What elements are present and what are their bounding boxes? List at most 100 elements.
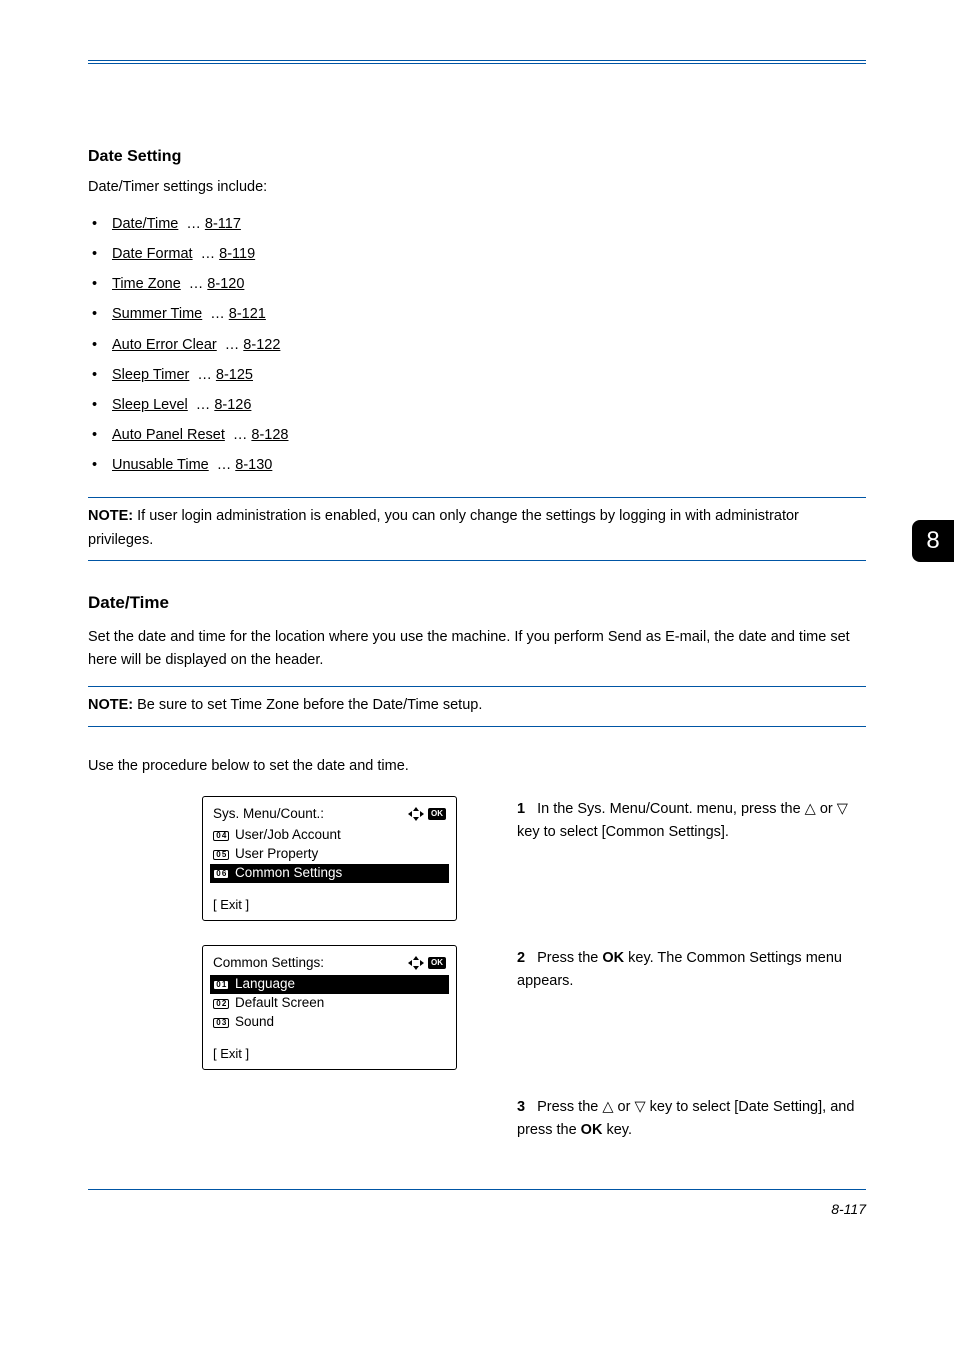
ellipsis: … bbox=[229, 427, 248, 443]
screen-title: Common Settings: bbox=[213, 954, 324, 972]
note-box: NOTE: If user login administration is en… bbox=[88, 497, 866, 560]
step-number: 2 bbox=[517, 950, 525, 966]
note-box-2: NOTE: Be sure to set Time Zone before th… bbox=[88, 686, 866, 726]
header-rule bbox=[88, 60, 866, 64]
list-item: Sleep Level …8-126 bbox=[88, 394, 866, 417]
link-label[interactable]: Auto Error Clear bbox=[112, 337, 217, 353]
link-label[interactable]: Time Zone bbox=[112, 276, 181, 292]
row-num: 0 6 bbox=[213, 869, 229, 879]
screen-row: 0 2 Default Screen bbox=[213, 994, 446, 1013]
ellipsis: … bbox=[213, 457, 232, 473]
page-number: 8-117 bbox=[831, 1198, 866, 1220]
note-label: NOTE: bbox=[88, 508, 133, 524]
ok-icon: OK bbox=[428, 808, 446, 820]
link-page[interactable]: 8-126 bbox=[214, 397, 251, 413]
subsection-title: Date/Time bbox=[88, 589, 866, 616]
row-label: User Property bbox=[235, 845, 318, 863]
row-num: 0 2 bbox=[213, 999, 229, 1009]
row-label: Default Screen bbox=[235, 994, 324, 1012]
note-label: NOTE: bbox=[88, 697, 133, 713]
list-item: Date Format …8-119 bbox=[88, 243, 866, 266]
screen-row-selected: 0 1 Language bbox=[210, 975, 449, 994]
list-item: Time Zone …8-120 bbox=[88, 273, 866, 296]
down-arrow-icon: ▽ bbox=[837, 801, 848, 817]
screen-footer: [ Exit ] bbox=[213, 1045, 249, 1063]
screen-row: 0 5 User Property bbox=[213, 845, 446, 864]
step-text-part: key to select [Common Settings]. bbox=[517, 824, 729, 840]
screen-footer: [ Exit ] bbox=[213, 896, 249, 914]
link-label[interactable]: Date/Time bbox=[112, 216, 178, 232]
list-item: Auto Panel Reset …8-128 bbox=[88, 424, 866, 447]
subsection-desc: Set the date and time for the location w… bbox=[88, 626, 866, 672]
list-item: Sleep Timer …8-125 bbox=[88, 364, 866, 387]
ellipsis: … bbox=[182, 216, 201, 232]
step-text: 3Press the △ or ▽ key to select [Date Se… bbox=[517, 1094, 866, 1142]
ellipsis: … bbox=[221, 337, 240, 353]
step-text: 1 In the Sys. Menu/Count. menu, press the… bbox=[517, 796, 866, 844]
bullet-list: Date/Time …8-117 Date Format …8-119 Time… bbox=[88, 213, 866, 478]
row-label: User/Job Account bbox=[235, 826, 341, 844]
step-number: 3 bbox=[517, 1099, 525, 1115]
list-item: Summer Time …8-121 bbox=[88, 303, 866, 326]
ok-key-label: OK bbox=[602, 950, 624, 966]
link-page[interactable]: 8-128 bbox=[251, 427, 288, 443]
link-page[interactable]: 8-122 bbox=[243, 337, 280, 353]
screen-row: 0 4 User/Job Account bbox=[213, 826, 446, 845]
row-num: 0 3 bbox=[213, 1018, 229, 1028]
row-label: Common Settings bbox=[235, 864, 342, 882]
row-label: Sound bbox=[235, 1013, 274, 1031]
footer-rule bbox=[88, 1189, 866, 1190]
step-text: 2Press the OK key. The Common Settings m… bbox=[517, 945, 866, 993]
step-text-part: Press the bbox=[537, 1099, 602, 1115]
note-text: If user login administration is enabled,… bbox=[88, 508, 799, 547]
step-text-part: In the Sys. Menu/Count. menu, press the bbox=[537, 801, 805, 817]
up-arrow-icon: △ bbox=[602, 1099, 613, 1115]
section-title: Date Setting bbox=[88, 144, 866, 170]
nav-arrows-icon bbox=[408, 807, 424, 821]
screen-row: 0 3 Sound bbox=[213, 1013, 446, 1032]
ellipsis: … bbox=[193, 367, 212, 383]
link-page[interactable]: 8-125 bbox=[216, 367, 253, 383]
screen-row-selected: 0 6 Common Settings bbox=[210, 864, 449, 883]
step-text-part: Press the bbox=[537, 950, 602, 966]
row-num: 0 5 bbox=[213, 850, 229, 860]
list-item: Unusable Time …8-130 bbox=[88, 454, 866, 477]
list-item: Auto Error Clear …8-122 bbox=[88, 334, 866, 357]
chapter-tab: 8 bbox=[912, 520, 954, 562]
link-page[interactable]: 8-130 bbox=[235, 457, 272, 473]
ellipsis: … bbox=[185, 276, 204, 292]
step-text-part: or bbox=[614, 1099, 635, 1115]
row-num: 0 4 bbox=[213, 831, 229, 841]
link-page[interactable]: 8-119 bbox=[219, 246, 255, 262]
ellipsis: … bbox=[206, 306, 225, 322]
step-text-part: key. bbox=[602, 1122, 632, 1138]
link-page[interactable]: 8-120 bbox=[207, 276, 244, 292]
step-number: 1 bbox=[517, 801, 525, 817]
screen-title: Sys. Menu/Count.: bbox=[213, 805, 324, 823]
procedure-intro: Use the procedure below to set the date … bbox=[88, 755, 866, 778]
link-page[interactable]: 8-121 bbox=[229, 306, 266, 322]
lcd-screen: Sys. Menu/Count.: OK bbox=[202, 796, 457, 921]
link-label[interactable]: Sleep Timer bbox=[112, 367, 189, 383]
row-num: 0 1 bbox=[213, 980, 229, 990]
step-row: Sys. Menu/Count.: OK bbox=[88, 796, 866, 921]
note-text: Be sure to set Time Zone before the Date… bbox=[137, 697, 482, 713]
intro-text: Date/Timer settings include: bbox=[88, 176, 866, 199]
step-row: 3Press the △ or ▽ key to select [Date Se… bbox=[88, 1094, 866, 1142]
ellipsis: … bbox=[197, 246, 216, 262]
nav-arrows-icon bbox=[408, 956, 424, 970]
link-label[interactable]: Unusable Time bbox=[112, 457, 209, 473]
ellipsis: … bbox=[192, 397, 211, 413]
link-label[interactable]: Auto Panel Reset bbox=[112, 427, 225, 443]
link-page[interactable]: 8-117 bbox=[205, 216, 241, 232]
link-label[interactable]: Sleep Level bbox=[112, 397, 188, 413]
ok-key-label: OK bbox=[581, 1122, 603, 1138]
down-arrow-icon: ▽ bbox=[634, 1099, 645, 1115]
link-label[interactable]: Summer Time bbox=[112, 306, 202, 322]
link-label[interactable]: Date Format bbox=[112, 246, 193, 262]
up-arrow-icon: △ bbox=[805, 801, 816, 817]
lcd-screen: Common Settings: OK bbox=[202, 945, 457, 1070]
row-label: Language bbox=[235, 975, 295, 993]
step-text-part: or bbox=[816, 801, 837, 817]
step-row: Common Settings: OK bbox=[88, 945, 866, 1070]
